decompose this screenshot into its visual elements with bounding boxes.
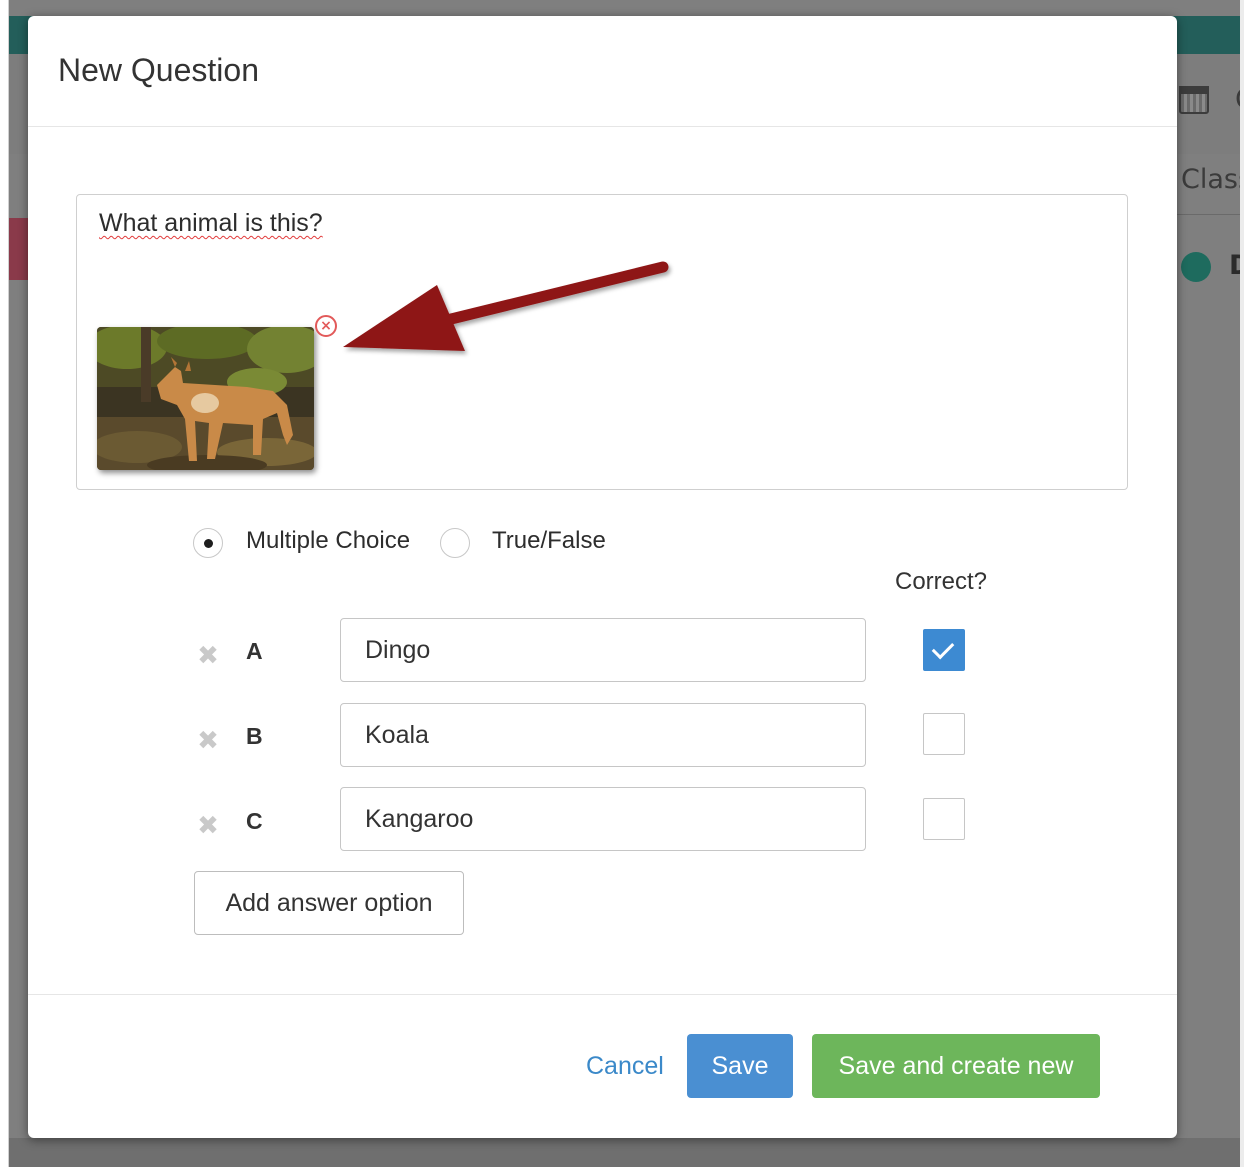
- cancel-link[interactable]: Cancel: [586, 1052, 664, 1081]
- save-button[interactable]: Save: [687, 1034, 793, 1098]
- window-edge: [1240, 0, 1244, 1167]
- true-false-label: True/False: [492, 527, 606, 554]
- remove-answer-c-icon[interactable]: ✖: [196, 813, 220, 839]
- question-image: [97, 327, 314, 470]
- multiple-choice-label: Multiple Choice: [246, 527, 411, 554]
- answer-letter-b: B: [246, 723, 263, 749]
- true-false-radio[interactable]: [440, 528, 470, 558]
- answer-letter-c: C: [246, 808, 263, 834]
- status-dot-icon: [1181, 252, 1211, 282]
- new-question-modal: New Question What animal is this? × Mult…: [28, 16, 1177, 1138]
- header-divider: [28, 126, 1177, 127]
- answer-letter-a: A: [246, 638, 263, 664]
- answer-a-correct-checkbox[interactable]: [923, 629, 965, 671]
- dingo-photo: [97, 327, 314, 470]
- question-text-content: What animal is this?: [99, 209, 323, 237]
- remove-image-icon[interactable]: ×: [315, 315, 337, 337]
- remove-answer-b-icon[interactable]: ✖: [196, 728, 220, 754]
- save-and-create-new-button[interactable]: Save and create new: [812, 1034, 1100, 1098]
- answer-b-input[interactable]: Koala: [340, 703, 866, 767]
- remove-answer-a-icon[interactable]: ✖: [196, 643, 220, 669]
- annotation-arrow: [343, 261, 669, 351]
- answer-c-correct-checkbox[interactable]: [923, 798, 965, 840]
- question-text: What animal is this?: [99, 209, 323, 238]
- add-answer-option-button[interactable]: Add answer option: [194, 871, 464, 935]
- correct-column-header: Correct?: [895, 568, 988, 595]
- footer-divider: [28, 994, 1177, 995]
- question-editor[interactable]: What animal is this? ×: [76, 194, 1128, 490]
- modal-title: New Question: [58, 52, 259, 88]
- background-divider: [1169, 214, 1244, 215]
- background-bottom: [9, 1138, 1244, 1167]
- answer-c-input[interactable]: Kangaroo: [340, 787, 866, 851]
- calendar-icon: [1179, 86, 1209, 114]
- class-column-label: Class: [1181, 164, 1244, 195]
- multiple-choice-radio[interactable]: [193, 528, 223, 558]
- answer-b-correct-checkbox[interactable]: [923, 713, 965, 755]
- answer-a-input[interactable]: Dingo: [340, 618, 866, 682]
